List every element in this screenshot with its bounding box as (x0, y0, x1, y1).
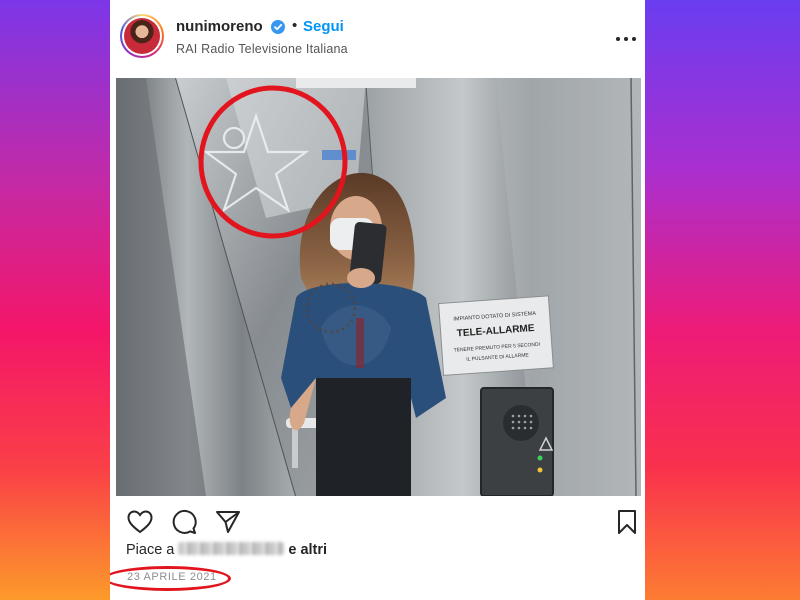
follow-button[interactable]: Segui (303, 18, 344, 35)
bookmark-icon[interactable] (613, 508, 641, 536)
blurred-username[interactable] (178, 542, 285, 555)
location-label[interactable]: RAI Radio Televisione Italiana (176, 42, 348, 56)
date-highlight-ellipse (110, 566, 231, 591)
verified-badge-icon (271, 20, 285, 34)
avatar-photo (124, 18, 160, 54)
avatar-border (122, 16, 162, 56)
avatar[interactable] (120, 14, 164, 58)
comment-icon[interactable] (170, 508, 198, 536)
post-header: nunimoreno • Segui RAI Radio Televisione… (110, 0, 645, 78)
elevator-selfie-illustration: IMPIANTO DOTATO DI SISTEMA TELE-ALLARME … (116, 78, 641, 496)
post-image[interactable]: IMPIANTO DOTATO DI SISTEMA TELE-ALLARME … (116, 78, 641, 496)
separator-dot: • (292, 17, 298, 34)
instagram-post: nunimoreno • Segui RAI Radio Televisione… (110, 0, 645, 600)
more-options-icon[interactable] (613, 30, 639, 42)
gradient-background-left (0, 0, 110, 600)
share-icon[interactable] (214, 508, 242, 536)
likes-line: Piace a e altri (126, 542, 327, 558)
gradient-background-right (645, 0, 800, 600)
post-actions-bar (110, 500, 645, 540)
likes-others-link[interactable]: e altri (288, 542, 327, 558)
likes-prefix: Piace a (126, 542, 175, 558)
heart-icon[interactable] (126, 508, 154, 536)
username[interactable]: nunimoreno (176, 18, 263, 35)
